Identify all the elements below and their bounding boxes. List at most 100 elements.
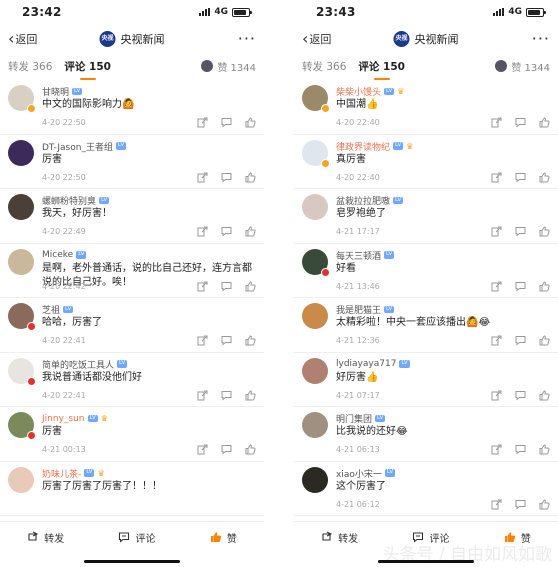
comment-item[interactable]: 柴柴小馒头 LV ♛ 中国潮👍 4-20 22:40 [294, 80, 558, 135]
comment-author[interactable]: 甘晓明 [42, 85, 69, 98]
nav-account[interactable]: 央视 央视新闻 [99, 31, 165, 47]
comment-item[interactable]: 明门集团 LV 比我说的还好😂 4-21 06:13 [294, 407, 558, 462]
comment-author[interactable]: 螺蛳粉特别臭 [42, 194, 96, 207]
more-options-icon[interactable]: ··· [532, 31, 550, 47]
comment-like-icon[interactable] [245, 226, 256, 237]
comment-author[interactable]: 芝祖 [42, 303, 60, 316]
comment-item[interactable]: 奶味儿茶- LV ♛ 厉害了厉害了厉害了！！！ [0, 462, 264, 516]
comment-item[interactable]: 每天三顿酒 LV 好看 4-21 13:46 [294, 244, 558, 298]
avatar[interactable] [8, 412, 36, 440]
comment-like-icon[interactable] [245, 117, 256, 128]
comment-author[interactable]: 柴柴小馒头 [336, 85, 381, 98]
comment-like-icon[interactable] [245, 280, 256, 292]
share-icon[interactable] [491, 117, 502, 128]
comment-like-icon[interactable] [539, 171, 550, 183]
comment-author[interactable]: 每天三顿酒 [336, 249, 381, 262]
comment-item[interactable]: 盆栽拉拉肥嗷 LV 皂罗袍绝了 4-21 17:17 [294, 189, 558, 244]
reply-icon[interactable] [515, 172, 526, 183]
avatar[interactable] [302, 466, 328, 493]
comment-author[interactable]: 奶味儿茶- [42, 467, 81, 480]
share-icon[interactable] [491, 281, 502, 292]
comment-author[interactable]: Miceke [42, 250, 73, 260]
reply-icon[interactable] [515, 499, 526, 510]
reply-icon[interactable] [515, 281, 526, 292]
tab-comments[interactable]: 评论 150 [64, 59, 111, 74]
avatar[interactable] [8, 303, 36, 331]
avatar[interactable] [302, 139, 330, 168]
comment-item[interactable]: xiao小宋一 LV 这个厉害了 4-21 06:12 [294, 462, 558, 516]
tab-repost[interactable]: 转发 366 [8, 59, 52, 74]
share-icon[interactable] [491, 444, 502, 455]
avatar[interactable] [302, 412, 328, 438]
comment-author[interactable]: Jinny_sun [42, 414, 85, 424]
comment-list[interactable]: 甘晓明 LV 中文的国际影响力🙆 4-20 22:50 DT-Jason_王者组… [0, 80, 264, 521]
back-button[interactable]: ‹ 返回 [302, 31, 331, 47]
comment-author[interactable]: 律政界读物纪 [336, 140, 390, 153]
avatar[interactable] [8, 248, 34, 275]
avatar[interactable] [8, 139, 34, 166]
reply-icon[interactable] [515, 390, 526, 401]
comment-author[interactable]: DT-Jason_王者组 [42, 140, 113, 153]
share-icon[interactable] [197, 281, 208, 292]
reply-icon[interactable] [515, 335, 526, 346]
avatar[interactable] [302, 194, 328, 220]
comment-like-icon[interactable] [539, 117, 550, 128]
comment-item[interactable]: lydiayaya717 LV 好厉害👍 4-21 07:17 [294, 353, 558, 407]
comment-button[interactable]: 评论 [118, 530, 155, 545]
comment-like-icon[interactable] [245, 171, 256, 183]
like-button[interactable]: 赞 [504, 530, 531, 545]
comment-author[interactable]: 简单的吃饭工具人 [42, 358, 114, 371]
reply-icon[interactable] [515, 226, 526, 237]
avatar[interactable] [8, 85, 36, 113]
share-icon[interactable] [491, 390, 502, 401]
comment-button[interactable]: 评论 [412, 530, 449, 545]
reply-icon[interactable] [221, 117, 232, 128]
avatar[interactable] [8, 357, 36, 386]
comment-author[interactable]: 明门集团 [336, 412, 372, 425]
comment-item[interactable]: 芝祖 LV 哈哈，厉害了 4-20 22:41 [0, 298, 264, 353]
share-icon[interactable] [491, 172, 502, 183]
tab-likes[interactable]: 赞 1344 [495, 59, 550, 74]
comment-item[interactable]: 律政界读物纪 LV ♛ 真厉害 4-20 22:40 [294, 135, 558, 189]
comment-like-icon[interactable] [539, 498, 550, 510]
avatar[interactable] [8, 194, 34, 220]
comment-author[interactable]: xiao小宋一 [336, 467, 382, 480]
tab-comments[interactable]: 评论 150 [358, 59, 405, 74]
share-icon[interactable] [491, 335, 502, 346]
avatar[interactable] [302, 357, 328, 384]
share-icon[interactable] [197, 172, 208, 183]
reply-icon[interactable] [221, 172, 232, 183]
comment-item[interactable]: 螺蛳粉特别臭 LV 我天，好厉害！ 4-20 22:49 [0, 189, 264, 244]
share-icon[interactable] [197, 226, 208, 237]
comment-item[interactable]: 简单的吃饭工具人 LV 我说普通话都没他们好 4-20 22:41 [0, 353, 264, 407]
comment-like-icon[interactable] [245, 389, 256, 401]
comment-item[interactable]: DT-Jason_王者组 LV 厉害 4-20 22:50 [0, 135, 264, 189]
nav-account[interactable]: 央视 央视新闻 [393, 31, 459, 47]
comment-like-icon[interactable] [539, 389, 550, 401]
reply-icon[interactable] [221, 281, 232, 292]
avatar[interactable] [302, 303, 328, 329]
comment-item[interactable]: 甘晓明 LV 中文的国际影响力🙆 4-20 22:50 [0, 80, 264, 135]
comment-like-icon[interactable] [245, 335, 256, 346]
repost-button[interactable]: 转发 [321, 530, 358, 545]
tab-repost[interactable]: 转发 366 [302, 59, 346, 74]
back-button[interactable]: ‹ 返回 [8, 31, 37, 47]
avatar[interactable] [8, 466, 34, 493]
comment-author[interactable]: 盆栽拉拉肥嗷 [336, 194, 390, 207]
comment-like-icon[interactable] [539, 335, 550, 346]
comment-author[interactable]: lydiayaya717 [336, 359, 396, 369]
comment-like-icon[interactable] [539, 280, 550, 292]
comment-like-icon[interactable] [539, 226, 550, 237]
share-icon[interactable] [491, 499, 502, 510]
repost-button[interactable]: 转发 [27, 530, 64, 545]
comment-item[interactable]: Jinny_sun LV ♛ 厉害 4-21 00:13 [0, 407, 264, 462]
share-icon[interactable] [197, 390, 208, 401]
comment-list[interactable]: 柴柴小馒头 LV ♛ 中国潮👍 4-20 22:40 律政界读物纪 LV ♛ 真… [294, 80, 558, 521]
share-icon[interactable] [197, 335, 208, 346]
share-icon[interactable] [197, 117, 208, 128]
reply-icon[interactable] [515, 444, 526, 455]
reply-icon[interactable] [221, 390, 232, 401]
share-icon[interactable] [491, 226, 502, 237]
avatar[interactable] [302, 248, 330, 277]
comment-author[interactable]: 我是肥猫王 [336, 303, 381, 316]
